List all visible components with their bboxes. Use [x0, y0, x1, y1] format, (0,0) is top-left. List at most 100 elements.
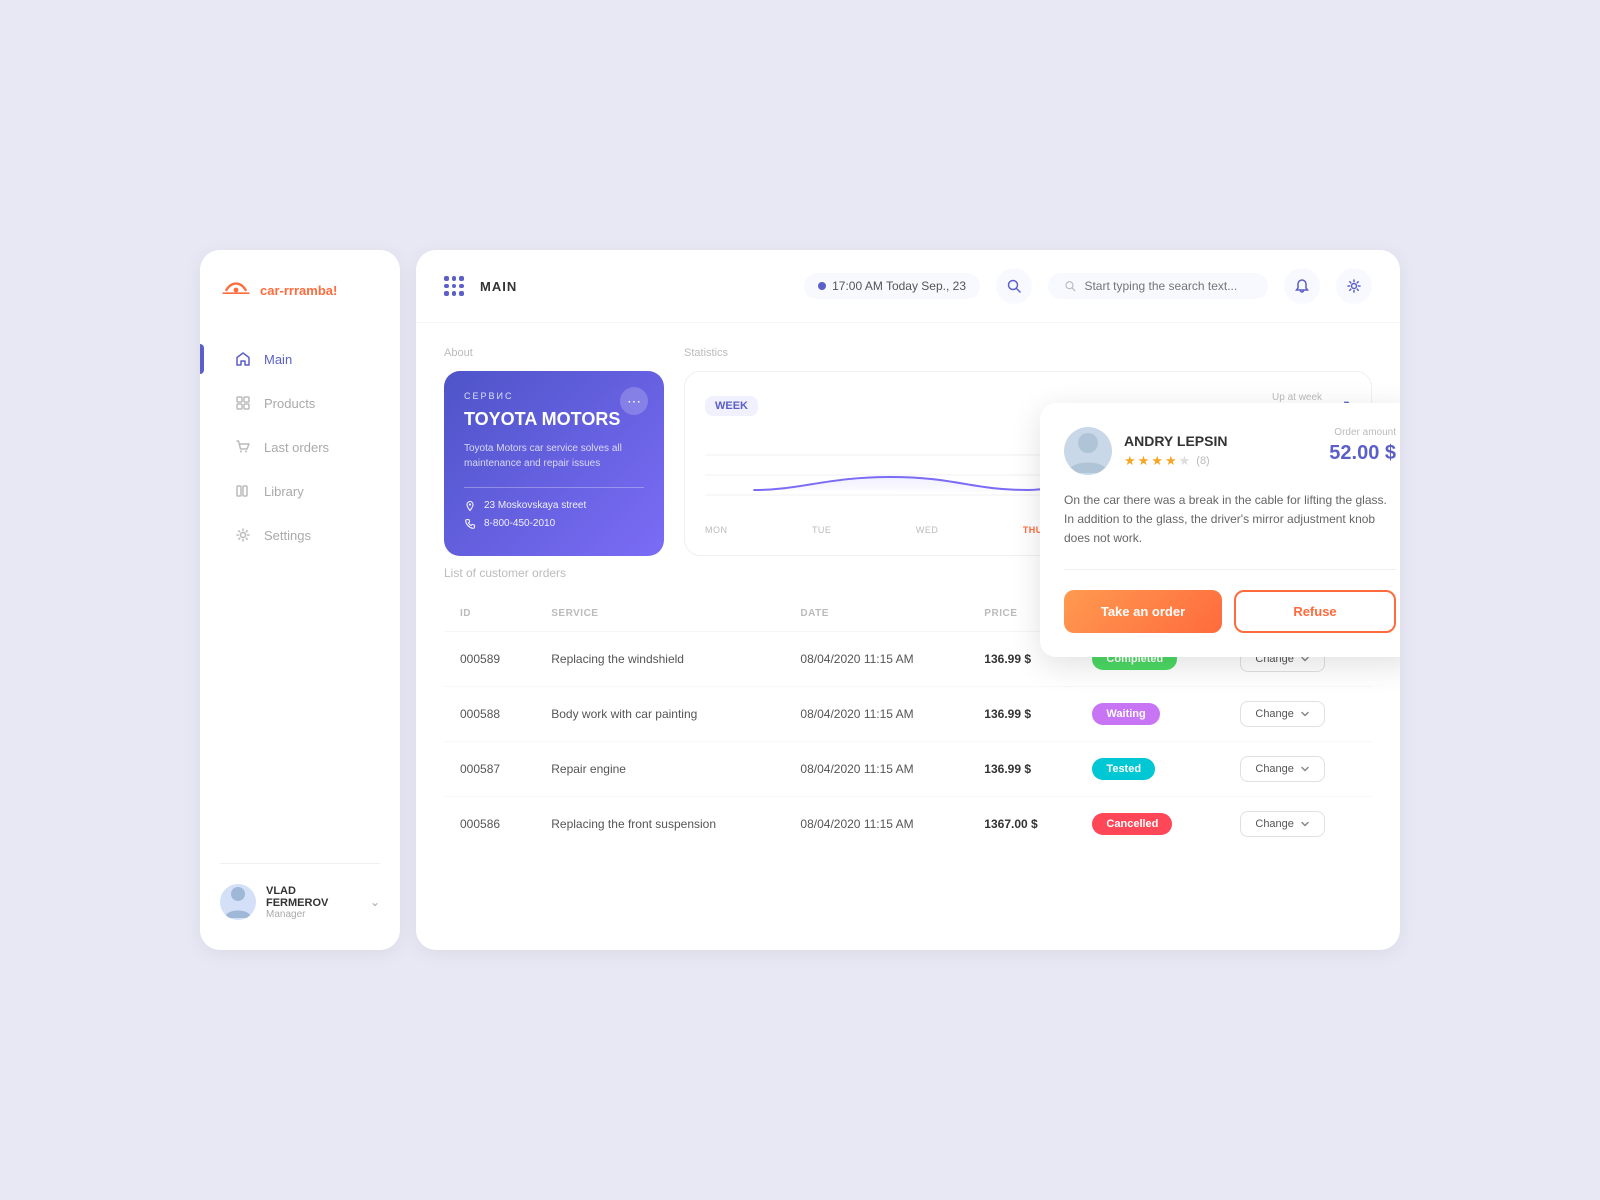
topbar: MAIN 17:00 AM Today Sep., 23: [416, 250, 1400, 323]
cell-id: 000587: [444, 742, 535, 797]
search-button[interactable]: [996, 268, 1032, 304]
user-profile[interactable]: VLAD FERMEROV Manager ⌄: [220, 863, 380, 920]
grid-menu-icon[interactable]: [444, 276, 464, 296]
star-2: ★: [1138, 453, 1150, 469]
cell-service: Replacing the front suspension: [535, 797, 784, 852]
order-user-name: ANDRY LEPSIN: [1124, 433, 1227, 449]
user-avatar: [220, 884, 256, 920]
sidebar-item-settings[interactable]: Settings: [220, 516, 380, 554]
order-amount-label: Order amount: [1329, 427, 1396, 438]
cell-date: 08/04/2020 11:15 AM: [784, 742, 968, 797]
refuse-button[interactable]: Refuse: [1234, 590, 1396, 633]
sidebar-item-main-label: Main: [264, 352, 292, 367]
chevron-down-icon: ⌄: [370, 895, 380, 909]
cell-status: Waiting: [1076, 687, 1224, 742]
table-row: 000588 Body work with car painting 08/04…: [444, 687, 1372, 742]
sidebar-item-last-orders[interactable]: Last orders: [220, 428, 380, 466]
table-row: 000586 Replacing the front suspension 08…: [444, 797, 1372, 852]
status-badge: Tested: [1092, 758, 1155, 780]
sidebar-item-library-label: Library: [264, 484, 304, 499]
sidebar-item-settings-label: Settings: [264, 528, 311, 543]
order-card: ANDRY LEPSIN ★ ★ ★ ★ ★ (8): [1040, 403, 1400, 657]
cell-id: 000588: [444, 687, 535, 742]
sidebar-navigation: Main Products: [220, 340, 380, 863]
cell-id: 000589: [444, 632, 535, 687]
chevron-down-icon: [1300, 709, 1310, 719]
page-title: MAIN: [480, 279, 517, 294]
user-role: Manager: [266, 909, 360, 920]
cell-service: Repair engine: [535, 742, 784, 797]
topbar-time: 17:00 AM Today Sep., 23: [804, 273, 980, 299]
order-user: ANDRY LEPSIN ★ ★ ★ ★ ★ (8): [1064, 427, 1227, 475]
table-body: 000589 Replacing the windshield 08/04/20…: [444, 632, 1372, 852]
library-icon: [234, 482, 252, 500]
company-more-button[interactable]: ⋯: [620, 387, 648, 415]
cart-icon: [234, 438, 252, 456]
topbar-time-text: 17:00 AM Today Sep., 23: [832, 279, 966, 293]
cell-status: Tested: [1076, 742, 1224, 797]
status-badge: Waiting: [1092, 703, 1159, 725]
change-button[interactable]: Change: [1240, 756, 1325, 782]
logo-icon: [220, 280, 252, 300]
cell-status: Cancelled: [1076, 797, 1224, 852]
order-amount-section: Order amount 52.00 $: [1329, 427, 1396, 465]
order-user-details: ANDRY LEPSIN ★ ★ ★ ★ ★ (8): [1124, 433, 1227, 469]
company-tag: СЕРВИС: [464, 391, 644, 401]
statistics-section-label: Statistics: [684, 347, 1372, 359]
search-input[interactable]: [1084, 279, 1252, 293]
settings-icon: [234, 526, 252, 544]
logo: car-rrramba!: [220, 280, 380, 300]
order-amount-value: 52.00 $: [1329, 442, 1396, 465]
bell-icon: [1294, 278, 1310, 294]
cell-date: 08/04/2020 11:15 AM: [784, 687, 968, 742]
cell-price: 136.99 $: [968, 687, 1076, 742]
cell-date: 08/04/2020 11:15 AM: [784, 797, 968, 852]
star-5: ★: [1179, 453, 1191, 469]
sidebar-item-products[interactable]: Products: [220, 384, 380, 422]
time-indicator-dot: [818, 282, 826, 290]
order-card-header: ANDRY LEPSIN ★ ★ ★ ★ ★ (8): [1064, 427, 1396, 475]
chevron-down-icon: [1300, 819, 1310, 829]
star-4: ★: [1165, 453, 1177, 469]
location-icon: [464, 500, 476, 512]
order-user-rating: ★ ★ ★ ★ ★ (8): [1124, 453, 1227, 469]
cell-actions: Change: [1224, 797, 1372, 852]
col-id: ID: [444, 596, 535, 632]
phone-icon: [464, 518, 476, 530]
cell-price: 1367.00 $: [968, 797, 1076, 852]
review-count: (8): [1196, 455, 1209, 467]
change-button[interactable]: Change: [1240, 811, 1325, 837]
order-actions: Take an order Refuse: [1064, 590, 1396, 633]
company-card: СЕРВИС TOYOTA MOTORS Toyota Motors car s…: [444, 371, 664, 556]
sidebar-item-library[interactable]: Library: [220, 472, 380, 510]
settings-button[interactable]: [1336, 268, 1372, 304]
app-container: car-rrramba! Main: [200, 250, 1400, 950]
cell-service: Replacing the windshield: [535, 632, 784, 687]
user-info: VLAD FERMEROV Manager: [266, 885, 360, 920]
star-1: ★: [1124, 453, 1136, 469]
company-address: 23 Moskovskaya street: [464, 500, 644, 512]
star-3: ★: [1151, 453, 1163, 469]
user-name: VLAD FERMEROV: [266, 885, 360, 909]
change-button[interactable]: Change: [1240, 701, 1325, 727]
sidebar-item-main[interactable]: Main: [220, 340, 380, 378]
sidebar-item-last-orders-label: Last orders: [264, 440, 329, 455]
main-content: MAIN 17:00 AM Today Sep., 23: [416, 250, 1400, 950]
company-phone: 8-800-450-2010: [464, 518, 644, 530]
sidebar-item-products-label: Products: [264, 396, 315, 411]
week-tab[interactable]: WEEK: [705, 396, 758, 416]
company-description: Toyota Motors car service solves all mai…: [464, 441, 644, 471]
gear-icon: [1346, 278, 1362, 294]
search-bar[interactable]: [1048, 273, 1268, 299]
take-order-button[interactable]: Take an order: [1064, 590, 1222, 633]
order-user-avatar: [1064, 427, 1112, 475]
cell-service: Body work with car painting: [535, 687, 784, 742]
table-row: 000587 Repair engine 08/04/2020 11:15 AM…: [444, 742, 1372, 797]
about-section-label: About: [444, 347, 664, 359]
notifications-button[interactable]: [1284, 268, 1320, 304]
cell-price: 136.99 $: [968, 742, 1076, 797]
about-section: About СЕРВИС TOYOTA MOTORS Toyota Motors…: [444, 347, 664, 556]
home-icon: [234, 350, 252, 368]
cell-actions: Change: [1224, 742, 1372, 797]
cell-date: 08/04/2020 11:15 AM: [784, 632, 968, 687]
